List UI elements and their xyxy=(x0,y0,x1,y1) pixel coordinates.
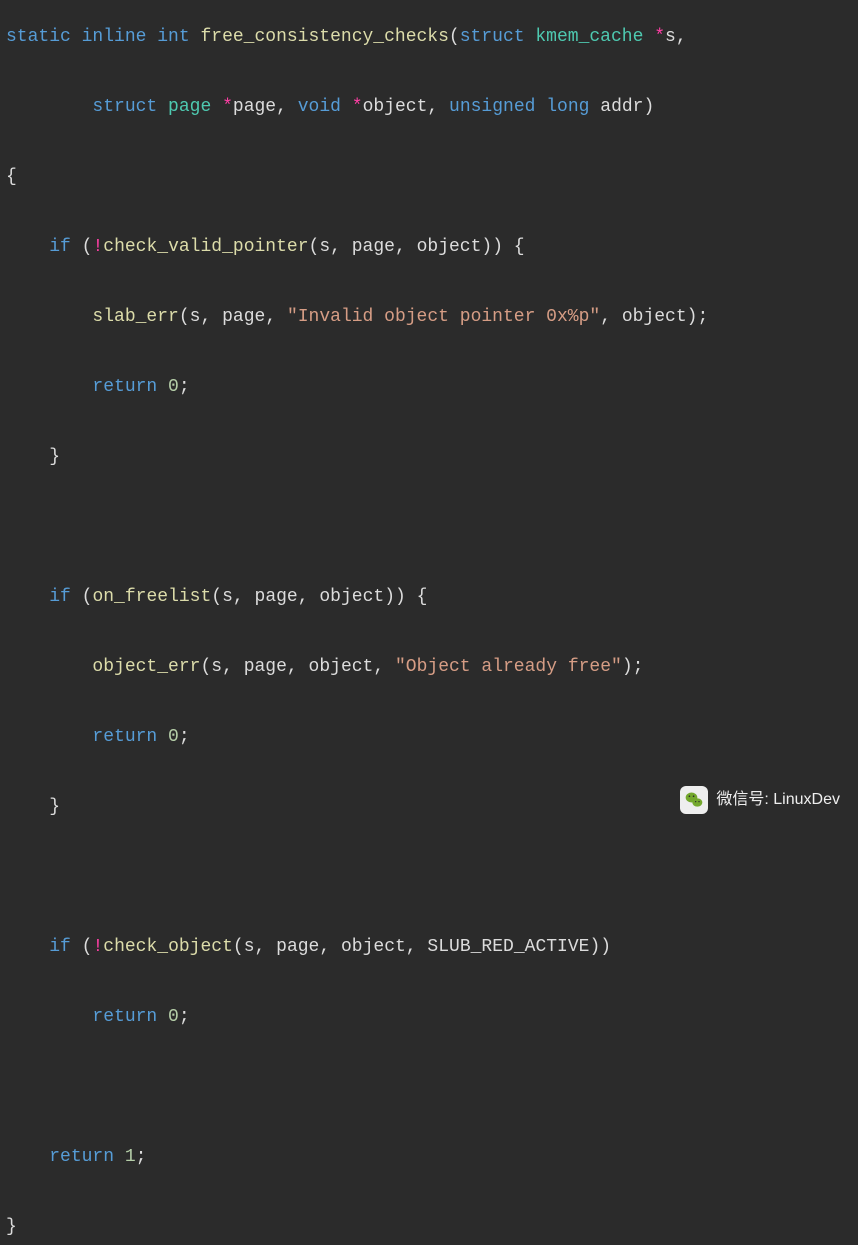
num-zero: 0 xyxy=(168,727,179,747)
string-invalid: "Invalid object pointer 0x%p" xyxy=(287,307,600,327)
type-page: page xyxy=(168,97,211,117)
wechat-watermark: 微信号: LinuxDev xyxy=(680,782,840,817)
kw-return: return xyxy=(92,377,157,397)
code-block: static inline int free_consistency_check… xyxy=(0,0,858,1245)
bang-icon: ! xyxy=(92,937,103,957)
bang-icon: ! xyxy=(92,237,103,257)
kw-return: return xyxy=(49,1147,114,1167)
fn-check-object: check_object xyxy=(103,937,233,957)
param-object: object xyxy=(363,97,428,117)
fn-on-freelist: on_freelist xyxy=(92,587,211,607)
string-already-free: "Object already free" xyxy=(395,657,622,677)
num-zero: 0 xyxy=(168,377,179,397)
type-kmem-cache: kmem_cache xyxy=(535,27,643,47)
kw-static: static xyxy=(6,27,71,47)
kw-return: return xyxy=(92,1007,157,1027)
star-icon: * xyxy=(654,27,665,47)
param-addr: addr xyxy=(600,97,643,117)
num-one: 1 xyxy=(125,1147,136,1167)
fn-object-err: object_err xyxy=(92,657,200,677)
fn-check-valid-pointer: check_valid_pointer xyxy=(103,237,308,257)
kw-unsigned: unsigned xyxy=(449,97,535,117)
star-icon: * xyxy=(222,97,233,117)
param-s: s xyxy=(665,27,676,47)
num-zero: 0 xyxy=(168,1007,179,1027)
kw-struct: struct xyxy=(460,27,525,47)
param-page: page xyxy=(233,97,276,117)
kw-if: if xyxy=(49,587,71,607)
const-slub-red-active: SLUB_RED_ACTIVE xyxy=(427,937,589,957)
fn-slab-err: slab_err xyxy=(92,307,178,327)
star-icon: * xyxy=(352,97,363,117)
wechat-icon xyxy=(680,786,708,814)
kw-int: int xyxy=(157,27,189,47)
wechat-label: 微信号: LinuxDev xyxy=(716,782,840,817)
kw-if: if xyxy=(49,237,71,257)
kw-return: return xyxy=(92,727,157,747)
kw-inline: inline xyxy=(82,27,147,47)
kw-void: void xyxy=(298,97,341,117)
kw-if: if xyxy=(49,937,71,957)
fn-free-consistency-checks: free_consistency_checks xyxy=(200,27,448,47)
kw-long: long xyxy=(546,97,589,117)
kw-struct: struct xyxy=(92,97,157,117)
